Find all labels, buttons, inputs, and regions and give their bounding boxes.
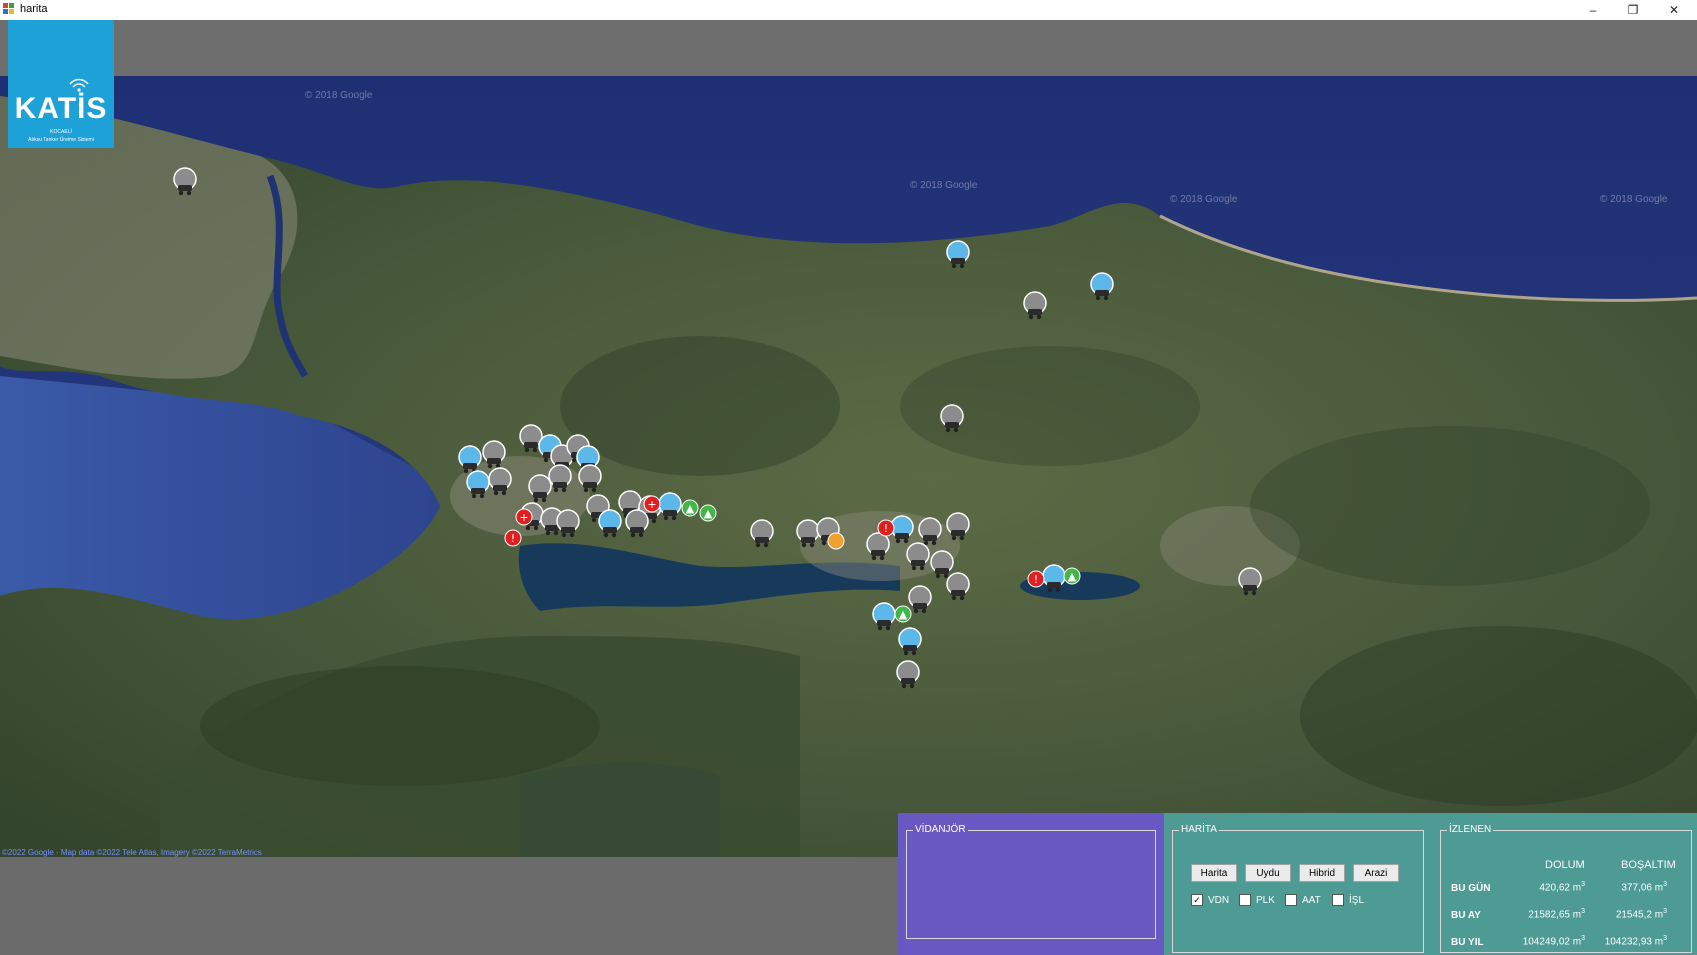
checkbox-box[interactable] [1239,894,1251,906]
vehicle-marker-icon[interactable] [1023,291,1047,323]
status-badge-icon[interactable]: ▲ [699,504,717,522]
svg-text:!: ! [511,532,515,545]
katis-logo: KATİS KOCAELİ Atıksu Tanker Üretme Siste… [8,20,114,148]
vehicle-marker-icon[interactable] [578,464,602,496]
svg-text:+: + [647,498,656,511]
vehicle-marker-icon[interactable] [556,509,580,541]
vehicle-marker-icon[interactable] [946,240,970,272]
map-copyright: © 2018 Google [1600,194,1668,205]
isl-checkbox-label: İŞL [1349,894,1365,906]
map-type-uydu-button[interactable]: Uydu [1245,864,1291,882]
status-badge-icon[interactable]: ▲ [1063,567,1081,585]
app-icon [3,3,14,14]
map-type-arazi-button[interactable]: Arazi [1353,864,1399,882]
wifi-icon [69,78,89,92]
harita-legend: HARİTA [1179,824,1219,835]
vehicle-marker-icon[interactable] [750,519,774,551]
vidanjor-panel: VİDANJÖR [898,813,1164,955]
buay-dolum-value: 21582,65 m3 [1528,908,1585,921]
vehicle-marker-icon[interactable] [898,627,922,659]
vehicle-marker-icon[interactable] [598,509,622,541]
checkbox-box[interactable] [1285,894,1297,906]
checkbox-box[interactable]: ✓ [1191,894,1203,906]
satellite-map[interactable]: © 2018 Google © 2018 Google © 2018 Googl… [0,76,1697,857]
vehicle-marker-icon[interactable] [906,542,930,574]
svg-text:▲: ▲ [899,608,908,621]
vehicle-marker-icon[interactable] [946,512,970,544]
izlenen-legend: İZLENEN [1447,824,1494,835]
vehicle-marker-icon[interactable] [625,509,649,541]
bottom-strip [0,857,898,955]
vehicle-marker-icon[interactable] [488,467,512,499]
svg-text:▲: ▲ [1068,570,1077,583]
plk-checkbox-label: PLK [1256,894,1275,906]
bugun-dolum-value: 420,62 m3 [1539,881,1585,894]
status-badge-icon[interactable]: + [643,495,661,513]
svg-text:+: + [519,511,528,524]
map-copyright: © 2018 Google [910,180,978,191]
vehicle-marker-icon[interactable] [1090,272,1114,304]
logo-city: KOCAELİ [50,129,72,135]
status-badge-icon[interactable]: + [515,508,533,526]
status-badge-icon[interactable]: ! [504,529,522,547]
plk-checkbox[interactable]: PLK [1239,894,1275,906]
header-strip [0,20,1697,76]
map-type-hibrid-button[interactable]: Hibrid [1299,864,1345,882]
window-title: harita [20,3,48,15]
vehicle-marker-icon[interactable] [466,470,490,502]
window-titlebar: harita – ❐ ✕ [0,0,1697,21]
map-attribution: ©2022 Google · Map data ©2022 Tele Atlas… [2,848,262,857]
map-copyright: © 2018 Google [1170,194,1238,205]
status-badge-icon[interactable]: ! [1027,570,1045,588]
restore-button[interactable]: ❐ [1610,0,1656,20]
svg-text:▲: ▲ [704,507,713,520]
aat-checkbox[interactable]: AAT [1285,894,1321,906]
svg-text:▲: ▲ [686,502,695,515]
dolum-header: DOLUM [1545,859,1585,871]
vehicle-marker-icon[interactable] [946,572,970,604]
logo-brand: KATİS [14,92,108,125]
buay-bosaltim-value: 21545,2 m3 [1615,908,1667,921]
vehicle-marker-icon[interactable] [896,660,920,692]
row-label-buyil: BU YIL [1451,937,1484,948]
vehicle-marker-icon[interactable] [1238,567,1262,599]
vdn-checkbox[interactable]: ✓ VDN [1191,894,1229,906]
svg-text:!: ! [1034,573,1038,586]
map-imagery [0,76,1697,857]
harita-panel: HARİTA Harita Uydu Hibrid Arazi ✓ VDN PL… [1164,813,1430,955]
vehicle-marker-icon[interactable] [940,404,964,436]
buyil-dolum-value: 104249,02 m3 [1522,935,1585,948]
checkbox-box[interactable] [1332,894,1344,906]
izlenen-groupbox: İZLENEN DOLUM BOŞALTIM BU GÜN 420,62 m3 … [1440,824,1692,953]
row-label-buay: BU AY [1451,910,1481,921]
vidanjor-groupbox: VİDANJÖR [906,824,1156,939]
bosaltim-header: BOŞALTIM [1621,859,1676,871]
vehicle-marker-icon[interactable] [173,167,197,199]
aat-checkbox-label: AAT [1302,894,1321,906]
status-badge-icon[interactable]: ▲ [681,499,699,517]
close-button[interactable]: ✕ [1651,0,1697,20]
status-badge-icon[interactable]: ! [877,519,895,537]
vehicle-marker-icon[interactable] [872,602,896,634]
status-badge-icon[interactable] [827,532,845,550]
buyil-bosaltim-value: 104232,93 m3 [1604,935,1667,948]
isl-checkbox[interactable]: İŞL [1332,894,1364,906]
row-label-bugun: BU GÜN [1451,883,1491,894]
map-type-harita-button[interactable]: Harita [1191,864,1237,882]
bugun-bosaltim-value: 377,06 m3 [1621,881,1667,894]
vidanjor-legend: VİDANJÖR [913,824,968,835]
svg-text:!: ! [884,522,888,535]
vehicle-marker-icon[interactable] [658,492,682,524]
vdn-checkbox-label: VDN [1208,894,1230,906]
izlenen-panel: İZLENEN DOLUM BOŞALTIM BU GÜN 420,62 m3 … [1430,813,1697,955]
logo-tagline: Atıksu Tanker Üretme Sistemi [28,137,94,143]
status-badge-icon[interactable]: ▲ [894,605,912,623]
harita-groupbox: HARİTA Harita Uydu Hibrid Arazi ✓ VDN PL… [1172,824,1424,953]
map-copyright: © 2018 Google [305,90,373,101]
